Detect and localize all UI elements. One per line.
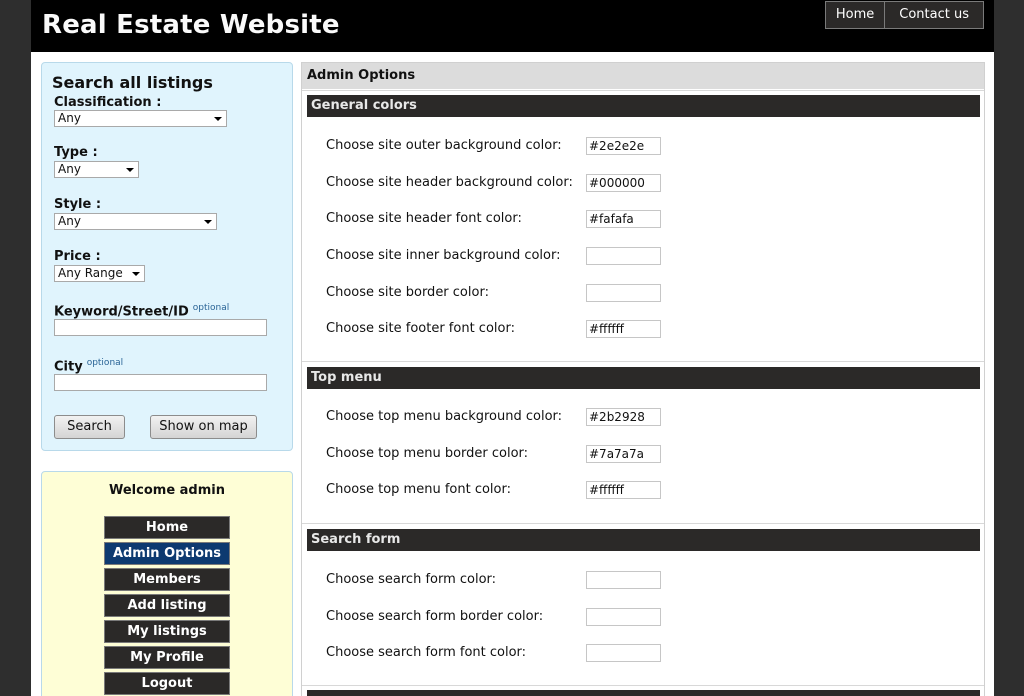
top-menu: Home Contact us: [824, 1, 984, 29]
welcome-message: Welcome admin: [108, 483, 225, 498]
keyword-optional-note: optional: [192, 303, 230, 313]
color-input-search-form-border[interactable]: [586, 608, 661, 626]
section-header-top-menu: Top menu: [307, 367, 980, 389]
section-top-menu: Top menu Choose top menu background colo…: [302, 361, 984, 523]
dropdown-arrow-icon: [204, 220, 212, 224]
section-general-colors: General colors Choose site outer backgro…: [302, 90, 984, 361]
option-label: Choose site header background color:: [326, 175, 573, 190]
admin-options-panel: Admin Options General colors Choose site…: [301, 62, 985, 696]
dropdown-arrow-icon: [132, 272, 140, 276]
city-optional-note: optional: [86, 358, 124, 368]
user-menu-home[interactable]: Home: [104, 516, 230, 539]
admin-title-bar: Admin Options: [302, 63, 984, 89]
color-input-outer-background[interactable]: #2e2e2e: [586, 137, 661, 155]
user-menu-admin-options[interactable]: Admin Options: [104, 542, 230, 565]
style-label: Style :: [54, 197, 102, 212]
color-input-footer-font[interactable]: #ffffff: [586, 320, 661, 338]
site-header: Real Estate Website Home Contact us: [31, 0, 994, 52]
color-input-header-background[interactable]: #000000: [586, 174, 661, 192]
classification-select[interactable]: Any: [54, 110, 227, 127]
page-container: Real Estate Website Home Contact us Sear…: [31, 0, 994, 696]
color-input-top-menu-background[interactable]: #2b2928: [586, 408, 661, 426]
price-select-value: Any Range: [58, 266, 123, 280]
option-label: Choose site border color:: [326, 285, 489, 300]
user-menu-logout[interactable]: Logout: [104, 672, 230, 695]
type-label: Type :: [54, 145, 98, 160]
user-menu-members[interactable]: Members: [104, 568, 230, 591]
dropdown-arrow-icon: [214, 117, 222, 121]
section-search-form: Search form Choose search form color: Ch…: [302, 523, 984, 685]
city-input[interactable]: [54, 374, 267, 391]
color-input-search-form-font[interactable]: [586, 644, 661, 662]
style-select[interactable]: Any: [54, 213, 217, 230]
search-form: Search all listings Classification : Any…: [41, 62, 293, 451]
topmenu-home-link[interactable]: Home: [824, 1, 886, 29]
show-on-map-button[interactable]: Show on map: [150, 415, 257, 439]
keyword-label: Keyword/Street/ID optional: [54, 303, 229, 319]
search-form-title: Search all listings: [52, 73, 213, 92]
option-label: Choose top menu font color:: [326, 482, 511, 497]
section-header-next: [307, 690, 980, 696]
type-select[interactable]: Any: [54, 161, 139, 178]
section-header-general-colors: General colors: [307, 95, 980, 117]
option-label: Choose site footer font color:: [326, 321, 515, 336]
site-title: Real Estate Website: [42, 10, 340, 40]
section-next: [302, 685, 984, 696]
search-button[interactable]: Search: [54, 415, 125, 439]
keyword-input[interactable]: [54, 319, 267, 336]
type-select-value: Any: [58, 162, 81, 176]
option-label: Choose search form font color:: [326, 645, 527, 660]
section-header-search-form: Search form: [307, 529, 980, 551]
style-select-value: Any: [58, 214, 81, 228]
user-menu-my-listings[interactable]: My listings: [104, 620, 230, 643]
color-input-header-font[interactable]: #fafafa: [586, 210, 661, 228]
city-label: City optional: [54, 358, 123, 374]
city-label-text: City: [54, 359, 83, 375]
admin-title: Admin Options: [307, 68, 416, 83]
color-input-border[interactable]: [586, 284, 661, 302]
keyword-label-text: Keyword/Street/ID: [54, 304, 189, 320]
option-label: Choose site outer background color:: [326, 138, 562, 153]
option-label: Choose search form color:: [326, 572, 497, 587]
dropdown-arrow-icon: [126, 168, 134, 172]
color-input-search-form[interactable]: [586, 571, 661, 589]
option-label: Choose site inner background color:: [326, 248, 561, 263]
price-label: Price :: [54, 249, 101, 264]
price-select[interactable]: Any Range: [54, 265, 145, 282]
color-input-top-menu-border[interactable]: #7a7a7a: [586, 445, 661, 463]
user-panel: Welcome admin Home Admin Options Members…: [41, 471, 293, 696]
user-menu-my-profile[interactable]: My Profile: [104, 646, 230, 669]
option-label: Choose search form border color:: [326, 609, 544, 624]
color-input-top-menu-font[interactable]: #ffffff: [586, 481, 661, 499]
color-input-inner-background[interactable]: [586, 247, 661, 265]
option-label: Choose site header font color:: [326, 211, 522, 226]
option-label: Choose top menu background color:: [326, 409, 563, 424]
user-menu-add-listing[interactable]: Add listing: [104, 594, 230, 617]
option-label: Choose top menu border color:: [326, 446, 529, 461]
classification-label: Classification :: [54, 95, 162, 110]
classification-select-value: Any: [58, 111, 81, 125]
topmenu-contact-link[interactable]: Contact us: [885, 1, 984, 29]
